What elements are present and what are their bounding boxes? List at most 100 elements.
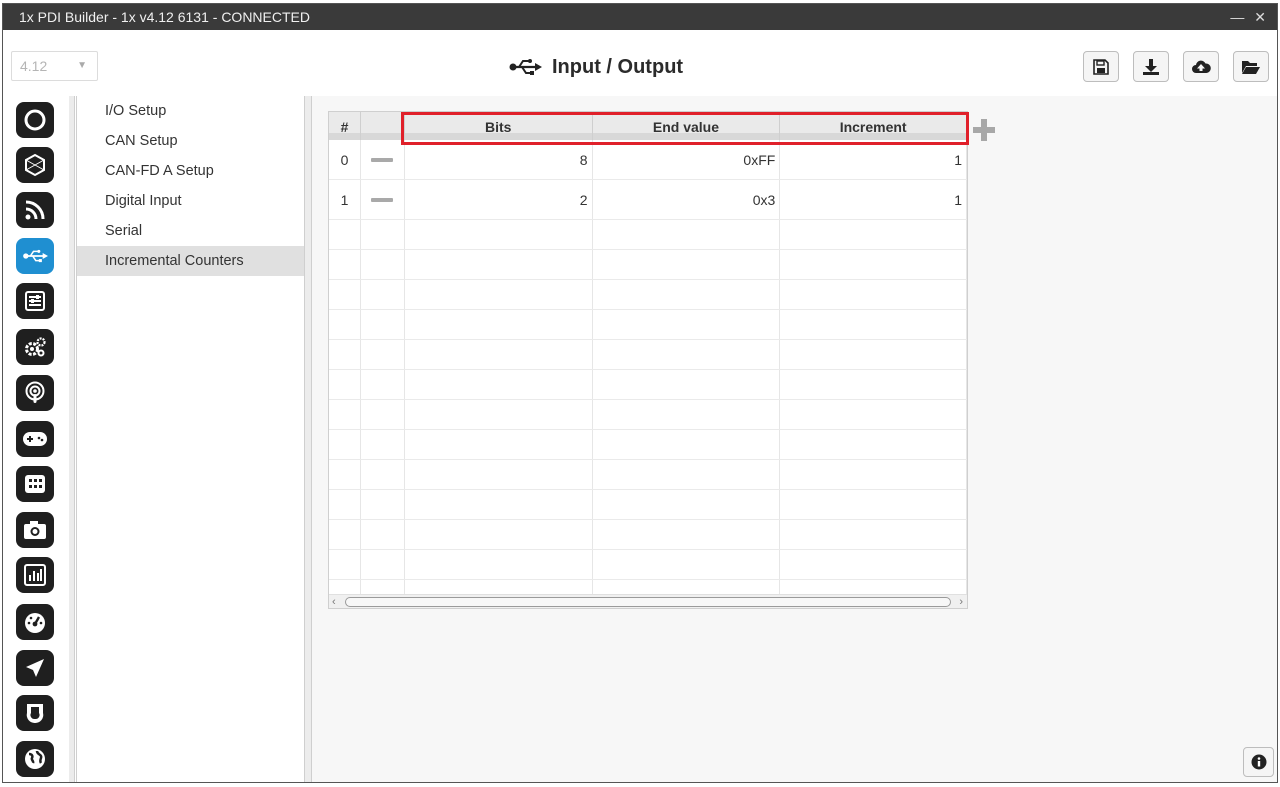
panel-splitter[interactable] [305,96,312,782]
header: 4.12 ▼ Input / Output [3,30,1277,96]
app-window: 1x PDI Builder - 1x v4.12 6131 - CONNECT… [2,3,1278,783]
window-controls[interactable]: — ✕ [1230,4,1269,30]
download-button[interactable] [1133,51,1169,82]
nav-podcast[interactable] [16,375,54,411]
end-value-cell[interactable]: 0xFF [593,140,781,179]
nav-shield[interactable] [16,695,54,731]
nav-box[interactable] [16,147,54,183]
window-title: 1x PDI Builder - 1x v4.12 6131 - CONNECT… [19,9,310,25]
column-header-increment[interactable]: Increment [780,112,967,140]
module-icon-bar [3,96,69,782]
nav-gauge[interactable] [16,604,54,640]
submenu-item-io-setup[interactable]: I/O Setup [77,96,304,126]
table-body: 0 8 0xFF 1 1 2 0x3 1 [329,140,967,608]
usb-icon [509,59,542,75]
remove-row-button[interactable] [361,140,405,179]
cloud-upload-button[interactable] [1183,51,1219,82]
usb-icon [23,249,48,263]
version-select[interactable]: 4.12 ▼ [11,51,98,81]
empty-row [329,370,967,400]
row-index: 1 [329,180,361,219]
camera-icon [24,521,46,539]
gauge-icon [25,613,45,633]
bar-chart-icon [24,564,46,586]
plane-icon [26,659,44,677]
bits-cell[interactable]: 2 [405,180,593,219]
grid-icon [25,475,45,493]
column-header-bits[interactable]: Bits [404,112,593,140]
info-icon [1251,754,1266,770]
rss-icon [25,200,45,220]
empty-row [329,280,967,310]
column-header-end-value[interactable]: End value [592,112,781,140]
empty-row [329,520,967,550]
row-index: 0 [329,140,361,179]
bits-cell[interactable]: 8 [405,140,593,179]
remove-row-button[interactable] [361,180,405,219]
save-button[interactable] [1083,51,1119,82]
version-value: 4.12 [20,58,48,74]
submenu-item-incremental-counters[interactable]: Incremental Counters [77,246,304,276]
info-button[interactable] [1243,747,1274,777]
nav-input-output[interactable] [16,238,54,274]
save-icon [1093,58,1109,75]
nav-globe[interactable] [16,741,54,777]
submenu: I/O Setup CAN Setup CAN-FD A Setup Digit… [76,96,305,782]
box-icon [25,153,45,177]
table-row: 0 8 0xFF 1 [329,140,967,180]
column-header-index[interactable]: # [329,112,361,140]
power-icon [24,109,46,131]
nav-rss[interactable] [16,192,54,228]
chevron-left-icon[interactable]: ‹ [332,595,336,608]
nav-sliders[interactable] [16,283,54,319]
empty-row [329,340,967,370]
minus-icon [371,197,394,202]
empty-row [329,490,967,520]
open-folder-icon [1242,60,1260,74]
nav-grid[interactable] [16,466,54,502]
add-row-button[interactable] [971,118,997,142]
empty-row [329,220,967,250]
submenu-item-digital-input[interactable]: Digital Input [77,186,304,216]
empty-row [329,400,967,430]
nav-camera[interactable] [16,512,54,548]
shield-icon [26,704,44,724]
chevron-down-icon: ▼ [77,60,87,71]
sliders-icon [25,291,45,311]
minus-icon [371,157,394,162]
end-value-cell[interactable]: 0x3 [593,180,781,219]
submenu-item-serial[interactable]: Serial [77,216,304,246]
column-header-remove [360,112,405,140]
nav-gears[interactable] [16,329,54,365]
increment-cell[interactable]: 1 [780,140,967,179]
empty-row [329,310,967,340]
sidebar-divider [69,96,75,782]
nav-gamepad[interactable] [16,421,54,457]
main-content: # Bits End value Increment 0 8 0xFF 1 1 … [312,96,1277,782]
counters-table: # Bits End value Increment 0 8 0xFF 1 1 … [328,111,968,609]
horizontal-scrollbar[interactable]: ‹ › [329,594,967,608]
plus-icon [973,119,995,141]
gamepad-icon [23,432,47,446]
submenu-item-can-setup[interactable]: CAN Setup [77,126,304,156]
chevron-right-icon[interactable]: › [959,595,963,608]
title-bar: 1x PDI Builder - 1x v4.12 6131 - CONNECT… [3,4,1277,30]
nav-power[interactable] [16,102,54,138]
download-icon [1143,58,1159,75]
open-folder-button[interactable] [1233,51,1269,82]
increment-cell[interactable]: 1 [780,180,967,219]
empty-row [329,460,967,490]
nav-plane[interactable] [16,650,54,686]
cloud-upload-icon [1192,60,1211,73]
table-row: 1 2 0x3 1 [329,180,967,220]
empty-row [329,430,967,460]
globe-icon [25,749,45,769]
empty-row [329,250,967,280]
page-title: Input / Output [508,52,683,82]
gears-icon [25,337,46,357]
submenu-item-can-fd-a-setup[interactable]: CAN-FD A Setup [77,156,304,186]
podcast-icon [25,381,45,403]
table-header: # Bits End value Increment [329,112,967,140]
scrollbar-thumb[interactable] [345,597,951,607]
nav-bar-chart[interactable] [16,557,54,593]
